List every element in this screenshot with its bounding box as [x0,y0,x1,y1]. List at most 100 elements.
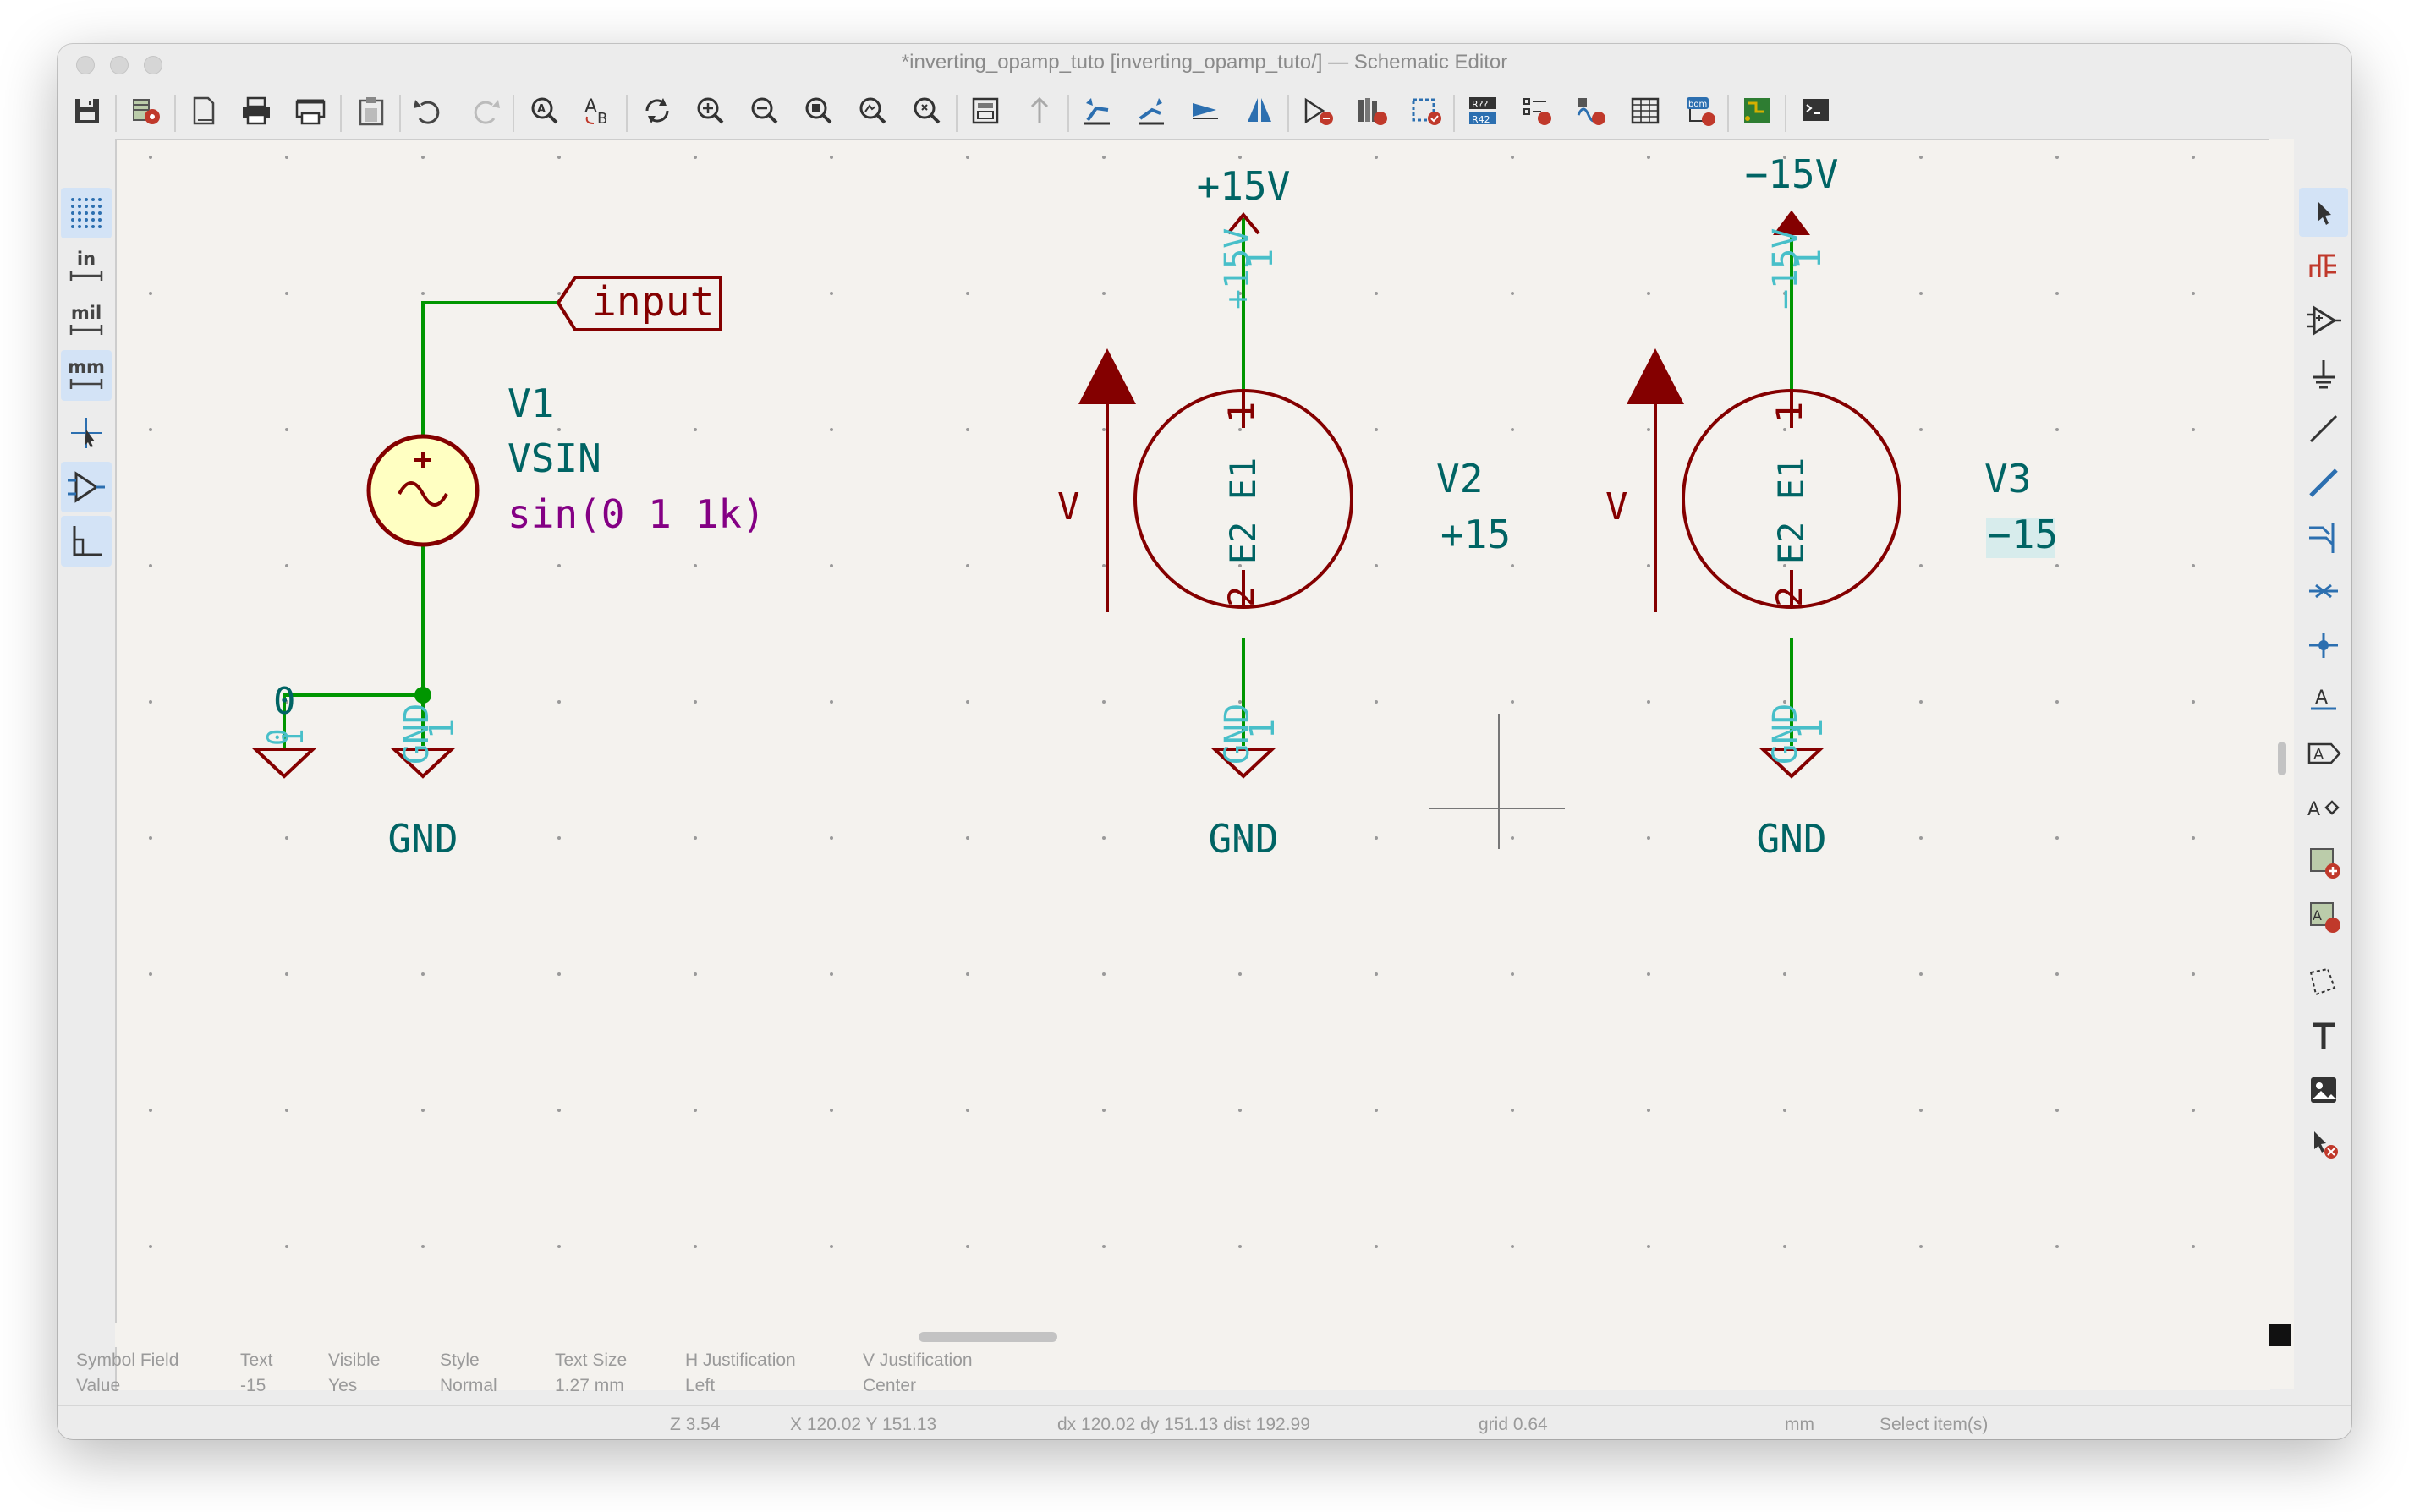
add-graphic-line-icon[interactable] [2299,404,2348,453]
svg-text:A: A [537,103,546,116]
leave-sheet-icon[interactable] [1015,86,1064,135]
units-inch-button[interactable]: in [61,242,112,293]
pcb-editor-icon[interactable] [1732,86,1781,135]
grid-dot [285,1245,288,1248]
v1-symbol[interactable] [366,434,480,547]
paste-icon[interactable] [347,86,396,135]
add-wire-icon[interactable] [2299,458,2348,507]
simulator-icon[interactable] [1567,86,1616,135]
vertical-scrollbar[interactable] [2269,139,2294,1389]
undo-icon[interactable] [404,86,453,135]
vertical-scroll-thumb[interactable] [2278,742,2286,775]
pwr-pos-value[interactable]: +15V [1197,163,1291,209]
delete-tool-icon[interactable] [2299,1120,2348,1169]
v2-value[interactable]: +15 [1440,512,1511,557]
print-icon[interactable] [232,86,281,135]
schematic-canvas[interactable]: input V1 VSIN sin(0 1 1k) 0 0 1 GND 1 GN… [115,139,2270,1390]
add-junction-icon[interactable] [2299,621,2348,670]
mirror-horizontal-icon[interactable] [1235,86,1284,135]
zoom-out-icon[interactable] [739,86,788,135]
show-grid-icon[interactable] [61,188,112,238]
import-sheet-pin-icon[interactable]: A [2299,891,2348,940]
add-power-icon[interactable] [2299,350,2348,399]
sim-ground-0-symbol[interactable] [250,748,318,779]
horizontal-scroll-thumb[interactable] [919,1332,1057,1342]
add-global-label-icon[interactable]: A [2299,729,2348,778]
v2-symbol[interactable] [1078,348,1353,612]
grid-dot [557,1109,561,1112]
zoom-fit-icon[interactable] [793,86,842,135]
bom-icon[interactable]: bom [1675,86,1724,135]
select-arrow-icon[interactable] [2299,188,2348,237]
add-sheet-icon[interactable] [2299,837,2348,886]
add-no-connect-icon[interactable] [2299,567,2348,616]
grid-dot [1511,564,1514,567]
sim-ground-value[interactable]: 0 [273,680,296,723]
grid-dot [1783,700,1786,704]
find-icon[interactable]: A [519,86,568,135]
v1-sim-params[interactable]: sin(0 1 1k) [508,491,766,537]
gnd2-value[interactable]: GND [1208,816,1278,862]
grid-dot [1102,836,1106,840]
grid-dot [1647,1109,1650,1112]
grid [149,156,2195,1248]
gnd1-value[interactable]: GND [387,816,458,862]
highlight-net-icon[interactable] [2299,242,2348,291]
refresh-icon[interactable] [633,86,682,135]
grid-dot [1375,428,1378,431]
rotate-cw-icon[interactable] [1127,86,1176,135]
grid-dot [1102,292,1106,295]
save-icon[interactable] [63,86,112,135]
zoom-objects-icon[interactable] [848,86,897,135]
input-global-label[interactable]: input [556,276,722,331]
mirror-vertical-icon[interactable] [1181,86,1230,135]
zoom-window-button[interactable] [144,56,162,74]
footprint-assign-icon[interactable] [1401,86,1450,135]
annotate-icon[interactable]: R?? R42 [1458,86,1507,135]
zoom-selection-icon[interactable] [902,86,951,135]
redo-icon[interactable] [460,86,509,135]
add-bus-entry-icon[interactable] [2299,512,2348,562]
find-replace-icon[interactable]: AB [573,86,623,135]
pwr-neg-value[interactable]: −15V [1745,151,1839,197]
grid-dot [830,564,833,567]
schematic-setup-icon[interactable] [122,86,171,135]
minimize-window-button[interactable] [110,56,129,74]
v2-reference[interactable]: V2 [1436,456,1483,501]
add-image-icon[interactable] [2299,1066,2348,1115]
svg-text:A: A [2313,907,2322,923]
gnd3-value[interactable]: GND [1756,816,1826,862]
close-window-button[interactable] [76,56,95,74]
v3-symbol[interactable] [1627,348,1901,612]
v1-reference[interactable]: V1 [508,381,554,426]
v3-reference[interactable]: V3 [1984,456,2031,501]
page-settings-icon[interactable] [179,86,228,135]
v3-value[interactable]: −15 [1988,512,2058,557]
add-label-icon[interactable]: A [2299,675,2348,724]
add-text-icon[interactable] [2299,1011,2348,1060]
fields-table-icon[interactable] [1621,86,1670,135]
symbol-editor-icon[interactable] [1292,86,1342,135]
hidden-pins-icon[interactable] [61,462,112,512]
horizontal-scrollbar[interactable] [115,1323,2269,1347]
cursor-crosshair-icon[interactable] [61,408,112,458]
add-graphic-polyline-icon[interactable] [2299,957,2348,1006]
grid-dot [694,156,697,159]
erc-icon[interactable] [1512,86,1561,135]
v1-value[interactable]: VSIN [508,436,601,481]
symbol-library-browser-icon[interactable] [1347,86,1396,135]
zoom-in-icon[interactable] [685,86,734,135]
plot-icon[interactable] [286,86,335,135]
scripting-console-icon[interactable] [1792,86,1841,135]
add-hierarchical-label-icon[interactable]: A [2299,783,2348,832]
hierarchy-navigator-icon[interactable] [961,86,1010,135]
grid-dot [421,1245,425,1248]
line-angle-mode-icon[interactable] [61,516,112,567]
units-mil-button[interactable]: mil [61,296,112,347]
rotate-ccw-icon[interactable] [1073,86,1122,135]
add-symbol-icon[interactable] [2299,296,2348,345]
grid-dot [830,1109,833,1112]
grid-dot [1647,972,1650,976]
units-mm-button[interactable]: mm [61,350,112,401]
window-title: *inverting_opamp_tuto [inverting_opamp_t… [901,51,1508,74]
